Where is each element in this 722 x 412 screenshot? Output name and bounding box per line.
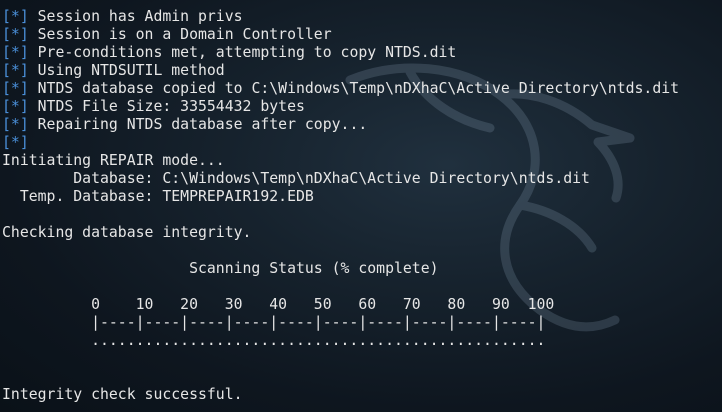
terminal-line: [*] Repairing NTDS database after copy..… — [2, 116, 722, 134]
status-tag: [*] — [2, 134, 29, 151]
status-tag: [*] — [2, 80, 29, 97]
terminal-line: [*] NTDS database copied to C:\Windows\T… — [2, 80, 722, 98]
terminal-line: [*] Pre-conditions met, attempting to co… — [2, 44, 722, 62]
line-text: Using NTDSUTIL method — [28, 62, 225, 79]
line-text: Repairing NTDS database after copy... — [28, 116, 368, 133]
terminal-line: Database: C:\Windows\Temp\nDXhaC\Active … — [2, 170, 722, 188]
status-tag: [*] — [2, 8, 29, 25]
terminal-output: [*] Session has Admin privs [*] Session i… — [2, 8, 722, 412]
line-text: Database: C:\Windows\Temp\nDXhaC\Active … — [2, 170, 590, 187]
line-text: ........................................… — [2, 332, 546, 349]
terminal-line: [*] Session has Admin privs — [2, 8, 722, 26]
line-text: Pre-conditions met, attempting to copy N… — [28, 44, 457, 61]
line-text: Scanning Status (% complete) — [2, 260, 439, 277]
line-text: Temp. Database: TEMPREPAIR192.EDB — [2, 188, 314, 205]
line-text: Session is on a Domain Controller — [28, 26, 332, 43]
terminal-line: Scanning Status (% complete) — [2, 260, 722, 278]
line-text: 0 10 20 30 40 50 60 70 80 90 100 — [2, 296, 555, 313]
line-text: |----|----|----|----|----|----|----|----… — [2, 314, 546, 331]
terminal-line: 0 10 20 30 40 50 60 70 80 90 100 — [2, 296, 722, 314]
terminal-line: [*] — [2, 134, 722, 152]
terminal-line: Temp. Database: TEMPREPAIR192.EDB — [2, 188, 722, 206]
line-text: NTDS File Size: 33554432 bytes — [28, 98, 305, 115]
line-text: Initiating REPAIR mode... — [2, 152, 225, 169]
status-tag: [*] — [2, 26, 29, 43]
status-tag: [*] — [2, 44, 29, 61]
line-text: NTDS database copied to C:\Windows\Temp\… — [28, 80, 680, 97]
terminal-line: Integrity check successful. — [2, 386, 722, 404]
terminal-line: ........................................… — [2, 332, 722, 350]
status-tag: [*] — [2, 62, 29, 79]
status-tag: [*] — [2, 98, 29, 115]
terminal-line: [*] Session is on a Domain Controller — [2, 26, 722, 44]
terminal-line: |----|----|----|----|----|----|----|----… — [2, 314, 722, 332]
terminal-line: [*] Using NTDSUTIL method — [2, 62, 722, 80]
status-tag: [*] — [2, 116, 29, 133]
terminal-line: [*] NTDS File Size: 33554432 bytes — [2, 98, 722, 116]
terminal-line: Initiating REPAIR mode... — [2, 152, 722, 170]
line-text: Integrity check successful. — [2, 386, 243, 403]
line-text: Session has Admin privs — [28, 8, 243, 25]
line-text: Checking database integrity. — [2, 224, 252, 241]
terminal-line: Checking database integrity. — [2, 224, 722, 242]
